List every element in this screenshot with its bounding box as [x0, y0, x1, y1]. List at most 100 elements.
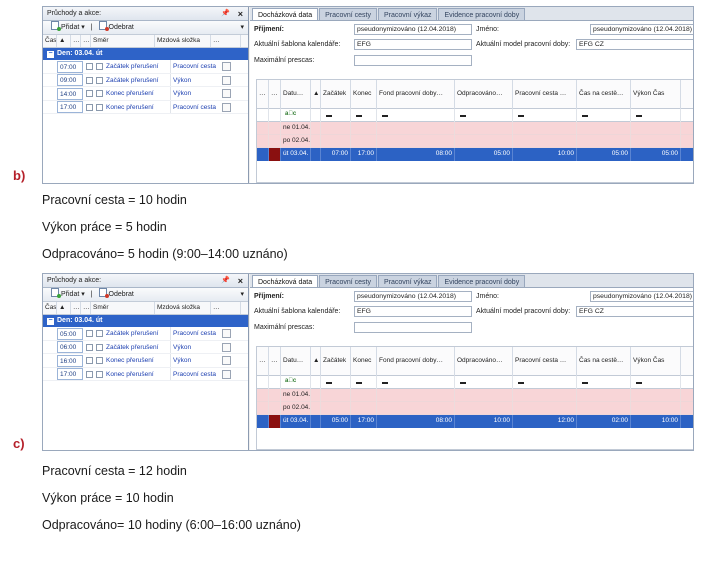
document-icon[interactable]	[222, 75, 231, 85]
grid-col-menu-cell[interactable]	[257, 389, 269, 402]
grid-col-sort-cell[interactable]	[311, 122, 321, 135]
grid-col-date-cell[interactable]: út 03.04.	[281, 148, 311, 161]
pass-time[interactable]: 07:00	[57, 60, 83, 73]
grid-col-menu-cell[interactable]	[257, 402, 269, 415]
grid-col-travel-cell[interactable]	[577, 389, 631, 402]
grid-col-travel-filter[interactable]	[577, 376, 631, 389]
pass-direction[interactable]: Konec přerušení	[106, 354, 170, 367]
grid-col-menu-cell[interactable]	[257, 148, 269, 161]
grid-col-start-cell[interactable]: 05:00	[321, 415, 351, 428]
tab-work-time-records[interactable]: Evidence pracovní doby	[438, 8, 526, 20]
add-button[interactable]: Přidat ▾	[51, 21, 85, 31]
pass-checkbox[interactable]	[96, 370, 103, 378]
grid-col-date-filter[interactable]: a⃞c	[281, 376, 311, 389]
grid-col-performance-cell[interactable]	[631, 389, 681, 402]
document-icon[interactable]	[222, 356, 231, 365]
pass-row[interactable]: 06:00 Začátek přerušení Výkon	[43, 340, 248, 354]
text-filter-icon[interactable]: a⃞c	[285, 111, 296, 117]
grid-col-worked-filter[interactable]	[455, 376, 513, 389]
pass-row[interactable]: 17:00 Konec přerušení Pracovní cesta	[43, 367, 248, 381]
pass-wage-component[interactable]: Výkon	[170, 73, 222, 86]
tab-attendance-data[interactable]: Docházková data	[252, 275, 319, 287]
pass-checkbox[interactable]	[86, 76, 93, 84]
grid-col-worked-header[interactable]: Odpracováno…	[455, 347, 513, 376]
grid-col-worked-filter[interactable]	[455, 109, 513, 122]
grid-col-sort-filter[interactable]	[311, 109, 321, 122]
grid-col-end-cell[interactable]	[351, 402, 377, 415]
passes-col-header[interactable]: Čas	[43, 302, 57, 314]
pass-time[interactable]: 17:00	[57, 101, 83, 113]
grid-col-fund-cell[interactable]	[377, 135, 455, 148]
grid-col-start-filter[interactable]	[321, 109, 351, 122]
filter-operator-icon[interactable]	[636, 382, 642, 384]
grid-col-sort-filter[interactable]	[311, 376, 321, 389]
pass-row[interactable]: 09:00 Začátek přerušení Výkon	[43, 73, 248, 87]
tab-work-report[interactable]: Pracovní výkaz	[378, 275, 438, 287]
document-icon[interactable]	[222, 62, 231, 71]
pass-wage-component[interactable]: Výkon	[170, 340, 222, 353]
collapse-icon[interactable]: −	[47, 317, 54, 325]
grid-col-travel-filter[interactable]	[577, 109, 631, 122]
grid-col-fund-header[interactable]: Fond pracovní doby…	[377, 347, 455, 376]
pass-direction[interactable]: Konec přerušení	[106, 87, 170, 100]
grid-col-menu-header[interactable]: …	[257, 347, 269, 376]
calendar-field[interactable]: EFG	[354, 306, 472, 317]
grid-col-indicator-header[interactable]: …	[269, 347, 281, 376]
passes-col-header[interactable]: …	[71, 302, 81, 314]
grid-col-sort-cell[interactable]	[311, 415, 321, 428]
grid-col-start-cell[interactable]: 07:00	[321, 148, 351, 161]
surname-field[interactable]: pseudonymizováno (12.04.2018)	[354, 24, 472, 35]
pass-direction[interactable]: Konec přerušení	[106, 368, 170, 381]
grid-col-sort-header[interactable]: ▲	[311, 347, 321, 376]
pass-direction[interactable]: Začátek přerušení	[106, 327, 170, 340]
grid-col-trip-header[interactable]: Pracovní cesta …	[513, 80, 577, 109]
pass-checkbox[interactable]	[96, 63, 103, 70]
grid-col-end-filter[interactable]	[351, 109, 377, 122]
grid-col-indicator-header[interactable]: …	[269, 80, 281, 109]
grid-col-indicator-cell[interactable]	[269, 402, 281, 415]
grid-col-trip-cell[interactable]	[513, 135, 577, 148]
pin-icon[interactable]: 📌	[221, 274, 230, 288]
grid-col-trip-cell[interactable]	[513, 389, 577, 402]
attendance-row[interactable]: po 02.04.	[257, 402, 693, 415]
attendance-row[interactable]: po 02.04.	[257, 135, 693, 148]
overtime-field[interactable]	[354, 55, 472, 66]
grid-col-start-header[interactable]: Začátek	[321, 80, 351, 109]
name-field[interactable]: pseudonymizováno (12.04.2018)	[590, 291, 693, 302]
pass-wage-component[interactable]: Výkon	[170, 354, 222, 367]
grid-col-menu-cell[interactable]	[257, 122, 269, 135]
grid-col-sort-cell[interactable]	[311, 389, 321, 402]
grid-col-trip-cell[interactable]: 10:00	[513, 148, 577, 161]
pass-time[interactable]: 05:00	[57, 327, 83, 340]
grid-col-performance-filter[interactable]	[631, 376, 681, 389]
pass-direction[interactable]: Konec přerušení	[106, 101, 170, 114]
grid-col-trip-filter[interactable]	[513, 109, 577, 122]
filter-operator-icon[interactable]	[356, 115, 362, 117]
grid-col-end-cell[interactable]: 17:00	[351, 148, 377, 161]
grid-col-worked-cell[interactable]	[455, 402, 513, 415]
attendance-row[interactable]: ne 01.04.	[257, 122, 693, 135]
grid-col-indicator-cell[interactable]	[269, 148, 281, 161]
tab-work-time-records[interactable]: Evidence pracovní doby	[438, 275, 526, 287]
grid-col-travel-cell[interactable]	[577, 402, 631, 415]
passes-col-header[interactable]: …	[81, 35, 91, 47]
pass-wage-component[interactable]: Pracovní cesta	[170, 367, 222, 380]
attendance-row[interactable]: ne 01.04.	[257, 389, 693, 402]
pass-row[interactable]: 07:00 Začátek přerušení Pracovní cesta	[43, 60, 248, 74]
filter-operator-icon[interactable]	[326, 382, 332, 384]
close-icon[interactable]: ×	[238, 274, 243, 288]
grid-col-fund-filter[interactable]	[377, 109, 455, 122]
filter-operator-icon[interactable]	[518, 382, 524, 384]
pass-checkbox[interactable]	[96, 90, 103, 97]
filter-operator-icon[interactable]	[518, 115, 524, 117]
passes-col-header[interactable]: Směr	[91, 302, 155, 314]
grid-col-trip-filter[interactable]	[513, 376, 577, 389]
passes-col-header[interactable]: ▲	[57, 35, 71, 47]
grid-col-sort-cell[interactable]	[311, 402, 321, 415]
grid-col-indicator-filter[interactable]	[269, 109, 281, 122]
grid-col-worked-cell[interactable]: 10:00	[455, 415, 513, 428]
attendance-row[interactable]: út 03.04. 05:00 17:00 08:00 10:00 12:00 02:00 1…	[257, 415, 693, 428]
passes-col-header[interactable]: Směr	[91, 35, 155, 47]
pass-time[interactable]: 14:00	[57, 87, 83, 100]
pass-time[interactable]: 17:00	[57, 368, 83, 380]
